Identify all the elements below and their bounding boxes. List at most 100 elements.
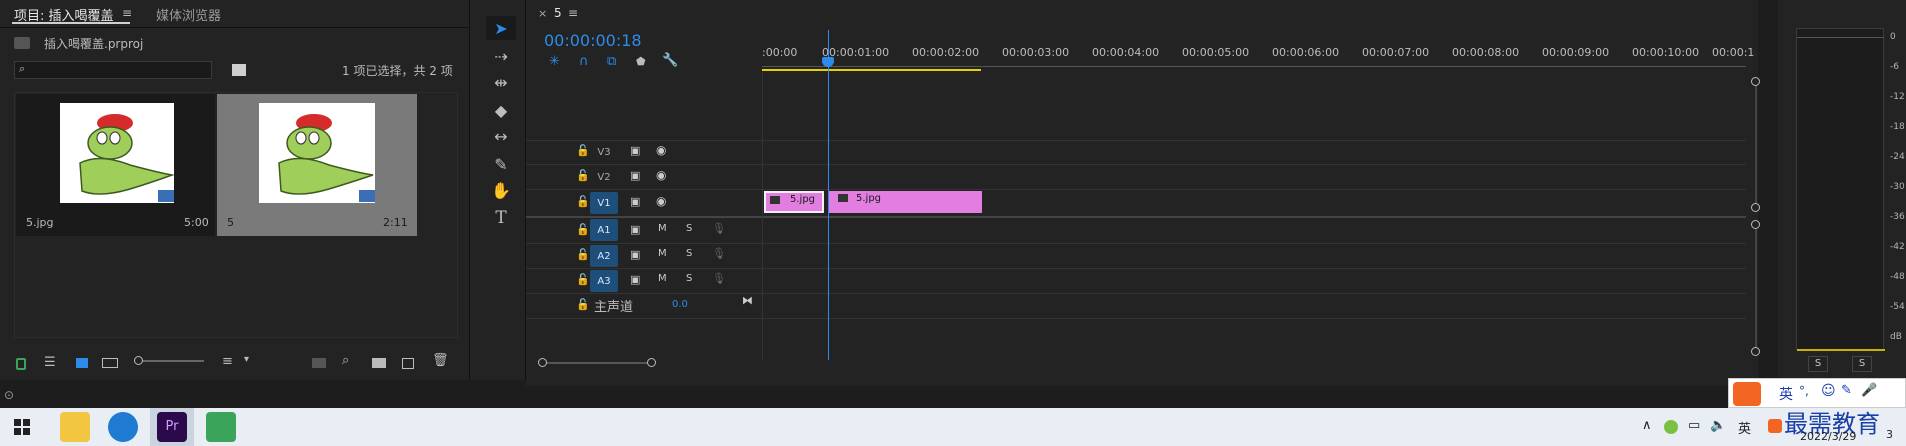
lock-icon[interactable]: 🔓 [576,195,590,208]
insert-sequence-icon[interactable]: ✳ [549,54,560,69]
hand-tool-icon[interactable]: ✋ [486,178,516,202]
eye-icon[interactable]: ◉ [656,143,666,157]
slip-tool-icon[interactable]: ↔ [486,124,516,148]
audio-vertical-scrollbar[interactable] [1755,222,1757,352]
zoom-slider[interactable] [134,360,204,362]
mute-button[interactable]: M [658,223,667,234]
scroll-handle[interactable] [1751,347,1760,356]
volume-icon[interactable]: 🔈 [1710,418,1726,433]
notification-badge[interactable]: 3 [1886,428,1893,441]
playhead-timecode[interactable]: 00:00:00:18 [544,31,642,50]
project-item-selected[interactable]: 5 2:11 [217,94,417,236]
mute-button[interactable]: M [658,248,667,259]
panel-menu-icon[interactable]: ≡ [568,6,578,20]
solo-button[interactable]: S [686,273,692,284]
razor-tool-icon[interactable]: ◆ [486,98,516,122]
scroll-handle[interactable] [1751,203,1760,212]
horizontal-zoom-scrollbar[interactable] [542,362,652,364]
lock-icon[interactable]: 🔓 [576,273,590,286]
playhead-line[interactable] [828,30,829,360]
sync-lock-icon[interactable]: ▣ [630,144,640,157]
skin-icon[interactable]: ✎ [1841,383,1852,398]
master-volume-value[interactable]: 0.0 [672,299,688,310]
edge-browser-icon[interactable] [108,412,138,442]
track-v3-label[interactable]: V3 [590,141,618,163]
new-bin-icon[interactable] [372,358,386,368]
sync-lock-icon[interactable]: ▣ [630,248,640,261]
eye-icon[interactable]: ◉ [656,194,666,208]
scroll-handle[interactable] [1751,77,1760,86]
wrench-icon[interactable]: 🔧 [662,53,678,68]
new-search-bin-icon[interactable] [232,64,246,76]
voice-icon[interactable]: 🎤 [1861,383,1877,398]
sort-icon[interactable]: ≡ [222,354,233,369]
work-area-bar[interactable] [762,69,981,71]
mic-icon[interactable]: 🎙 [712,222,726,235]
lock-icon[interactable]: 🔓 [576,248,590,261]
windows-start-icon[interactable] [14,419,30,435]
eye-icon[interactable]: ◉ [656,168,666,182]
type-tool-icon[interactable]: T [486,206,516,230]
sogou-tray-icon[interactable] [1768,419,1782,433]
automate-sequence-icon[interactable] [312,358,326,368]
close-icon[interactable]: × [538,7,547,20]
zoom-slider-handle[interactable] [134,356,143,365]
add-marker-icon[interactable]: ⬟ [636,55,646,68]
freeform-view-icon[interactable] [102,358,118,368]
lock-icon[interactable] [16,358,26,370]
track-a2-label[interactable]: A2 [590,245,618,267]
video-vertical-scrollbar[interactable] [1755,78,1757,208]
sync-lock-icon[interactable]: ▣ [630,273,640,286]
premiere-pro-icon[interactable]: Pr [157,412,187,442]
sync-lock-icon[interactable]: ▣ [630,223,640,236]
chevron-up-icon[interactable]: ∧ [1642,418,1652,433]
sync-lock-icon[interactable]: ▣ [630,195,640,208]
solo-right-button[interactable]: S [1852,356,1872,372]
timeline-clip[interactable]: 5.jpg [764,191,824,213]
file-explorer-icon[interactable] [60,412,90,442]
track-select-tool-icon[interactable]: ⇢ [486,44,516,68]
track-v1-label[interactable]: V1 [590,192,618,214]
time-ruler[interactable]: :00:00 00:00:01:00 00:00:02:00 00:00:03:… [762,28,1754,72]
list-view-icon[interactable]: ☰ [44,355,56,370]
app-launcher-icon[interactable] [206,412,236,442]
trash-icon[interactable]: 🗑 [432,353,449,368]
solo-button[interactable]: S [686,223,692,234]
track-a1-label[interactable]: A1 [590,219,618,241]
ime-indicator-icon[interactable]: 英 [1738,418,1751,437]
mute-button[interactable]: M [658,273,667,284]
tab-media-browser[interactable]: 媒体浏览器 [156,5,221,24]
panel-menu-icon[interactable]: ≡ [122,6,132,20]
tray-app-icon[interactable] [1664,420,1678,434]
chevron-down-icon[interactable]: ▾ [244,354,249,365]
mic-icon[interactable]: 🎙 [712,247,726,260]
network-icon[interactable]: ▭ [1688,418,1700,433]
track-v2-label[interactable]: V2 [590,166,618,188]
find-icon[interactable]: ⌕ [342,353,349,368]
ripple-edit-tool-icon[interactable]: ⇹ [486,70,516,94]
ime-language-label[interactable]: 英 [1779,384,1793,404]
solo-button[interactable]: S [686,248,692,259]
solo-left-button[interactable]: S [1808,356,1828,372]
pen-tool-icon[interactable]: ✎ [486,152,516,176]
snap-icon[interactable]: ∩ [579,54,589,69]
lock-icon[interactable]: 🔓 [576,169,590,182]
sequence-tab[interactable]: 5 [554,6,562,20]
sogou-logo-icon[interactable] [1733,382,1761,406]
emoji-icon[interactable]: ☺ [1821,383,1836,399]
lock-icon[interactable]: 🔓 [576,144,590,157]
timeline-clip[interactable]: 5.jpg [828,191,982,213]
punctuation-icon[interactable]: °, [1799,384,1809,398]
selection-tool-icon[interactable]: ➤ [486,16,516,40]
scroll-handle[interactable] [1751,220,1760,229]
mic-icon[interactable]: 🎙 [712,272,726,285]
linked-selection-icon[interactable]: ⧉ [607,54,616,69]
scrollbar-handle-right[interactable] [647,358,656,367]
icon-view-icon[interactable] [76,358,88,368]
lock-icon[interactable]: 🔓 [576,298,590,311]
search-input[interactable]: ⌕ [14,61,212,79]
lock-icon[interactable]: 🔓 [576,223,590,236]
track-a3-label[interactable]: A3 [590,270,618,292]
project-item[interactable]: 5.jpg 5:00 [16,94,215,236]
scrollbar-handle-left[interactable] [538,358,547,367]
